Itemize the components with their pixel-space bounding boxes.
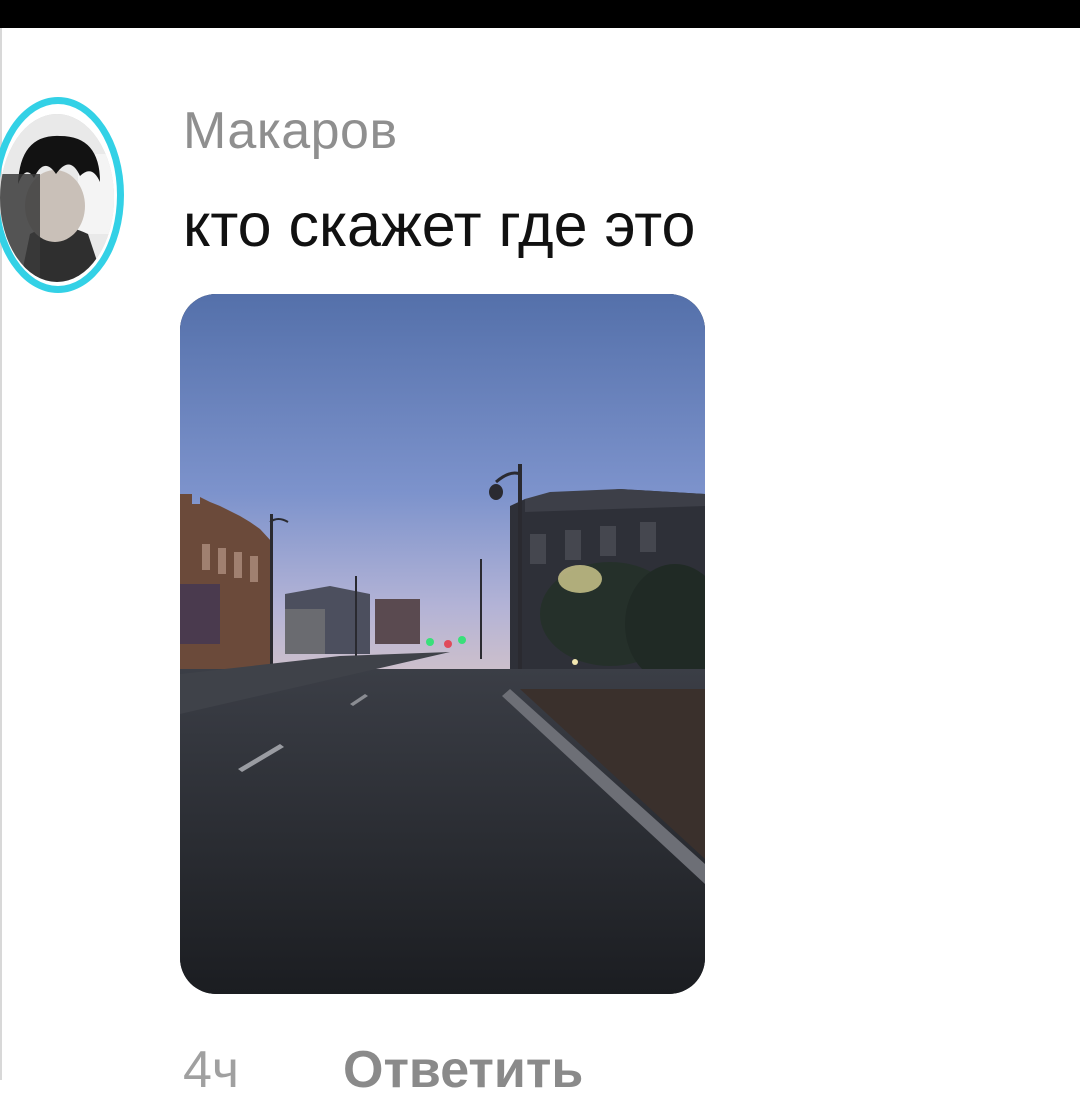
- top-bar: [0, 0, 1080, 28]
- comment-photo[interactable]: [180, 294, 705, 994]
- avatar[interactable]: [0, 114, 114, 282]
- reply-button[interactable]: Ответить: [343, 1040, 583, 1100]
- comment-time: 4ч: [183, 1041, 240, 1099]
- comment-text: кто скажет где это: [183, 191, 696, 259]
- comment-author[interactable]: Макаров: [183, 101, 398, 161]
